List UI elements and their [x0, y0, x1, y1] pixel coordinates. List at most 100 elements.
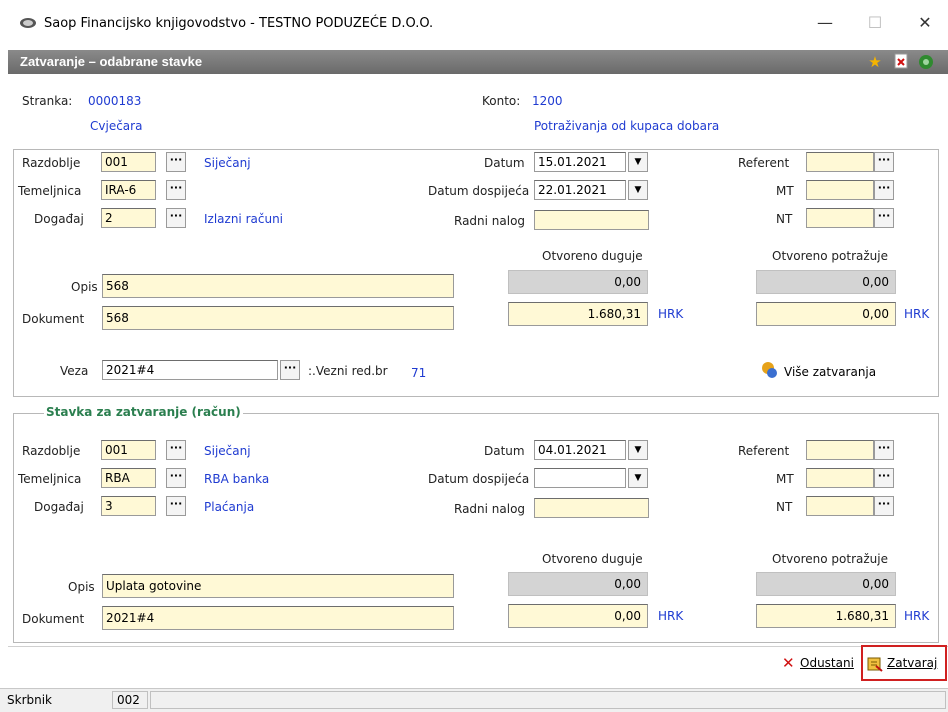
nt-input[interactable] [806, 208, 874, 228]
mt-lookup-button[interactable]: ··· [874, 180, 894, 200]
star-icon[interactable]: ★ [866, 53, 884, 71]
mt-input[interactable] [806, 180, 874, 200]
dokument-label: Dokument [22, 312, 85, 326]
stavka-temeljnica-lookup-button[interactable]: ··· [166, 468, 186, 488]
stranka-code: 0000183 [88, 94, 142, 108]
stavka-referent-label: Referent [738, 444, 790, 458]
stavka-opis-input[interactable]: Uplata gotovine [102, 574, 454, 598]
stavka-radni-nalog-label: Radni nalog [454, 502, 526, 516]
otvoreno-potrazuje-input[interactable]: 0,00 [756, 302, 896, 326]
datum-dospijeca-dropdown-button[interactable]: ▼ [628, 180, 648, 200]
stavka-dogadaj-input[interactable]: 3 [101, 496, 156, 516]
razdoblje-input[interactable]: 001 [101, 152, 156, 172]
form-body: Stranka: 0000183 Cvječara Konto: 1200 Po… [8, 74, 948, 686]
status-code: 002 [112, 691, 148, 709]
stavka-nt-input[interactable] [806, 496, 874, 516]
konto-name: Potraživanja od kupaca dobara [534, 119, 720, 133]
dogadaj-lookup-button[interactable]: ··· [166, 208, 186, 228]
stavka-dogadaj-label: Događaj [34, 500, 84, 514]
stavka-temeljnica-label: Temeljnica [18, 472, 82, 486]
maximize-button[interactable]: ☐ [855, 8, 895, 38]
window-titlebar: Saop Financijsko knjigovodstvo - TESTNO … [0, 0, 948, 46]
stavka-temeljnica-name: RBA banka [204, 472, 270, 486]
datum-dropdown-button[interactable]: ▼ [628, 152, 648, 172]
otvoreno-potrazuje-label: Otvoreno potražuje [772, 249, 888, 263]
stavka-dokument-input[interactable]: 2021#4 [102, 606, 454, 630]
stavka-otvoreno-potrazuje-label: Otvoreno potražuje [772, 552, 888, 566]
stavka-otvoreno-duguje-grey: 0,00 [508, 572, 648, 596]
stavka-datum-dropdown-button[interactable]: ▼ [628, 440, 648, 460]
duguje-currency: HRK [658, 307, 684, 321]
temeljnica-label: Temeljnica [18, 184, 82, 198]
minimize-button[interactable]: — [805, 8, 845, 38]
stavka-razdoblje-lookup-button[interactable]: ··· [166, 440, 186, 460]
stavka-dogadaj-lookup-button[interactable]: ··· [166, 496, 186, 516]
nt-lookup-button[interactable]: ··· [874, 208, 894, 228]
zatvaraj-button[interactable]: Zatvaraj [887, 656, 937, 670]
opis-input[interactable]: 568 [102, 274, 454, 298]
stavka-group-title: Stavka za zatvaranje (račun) [44, 405, 243, 419]
konto-code: 1200 [532, 94, 563, 108]
temeljnica-input[interactable]: IRA-6 [101, 180, 156, 200]
app-logo-icon [20, 18, 36, 28]
dokument-input[interactable]: 568 [102, 306, 454, 330]
razdoblje-name: Siječanj [204, 156, 251, 170]
exit-icon[interactable] [918, 53, 936, 71]
razdoblje-label: Razdoblje [22, 156, 81, 170]
status-message [150, 691, 946, 709]
stavka-razdoblje-input[interactable]: 001 [101, 440, 156, 460]
cancel-button[interactable]: Odustani [800, 656, 854, 670]
stavka-datum-input[interactable]: 04.01.2021 [534, 440, 626, 460]
stavka-otvoreno-potrazuje-grey: 0,00 [756, 572, 896, 596]
stavka-datum-dospijeca-input[interactable] [534, 468, 626, 488]
veza-input[interactable]: 2021#4 [102, 360, 278, 380]
stavka-referent-input[interactable] [806, 440, 874, 460]
form-title: Zatvaranje – odabrane stavke [20, 54, 203, 69]
stavka-mt-label: MT [776, 472, 794, 486]
vezni-red-label: :.Vezni red.br [308, 364, 388, 378]
referent-label: Referent [738, 156, 790, 170]
datum-dospijeca-input[interactable]: 22.01.2021 [534, 180, 626, 200]
status-user-label: Skrbnik [7, 693, 53, 707]
razdoblje-lookup-button[interactable]: ··· [166, 152, 186, 172]
stavka-datum-dospijeca-dropdown-button[interactable]: ▼ [628, 468, 648, 488]
stavka-mt-input[interactable] [806, 468, 874, 488]
stavka-radni-nalog-input[interactable] [534, 498, 649, 518]
vise-zatvaranja-button[interactable]: Više zatvaranja [784, 365, 876, 379]
stavka-mt-lookup-button[interactable]: ··· [874, 468, 894, 488]
close-doc-icon[interactable] [892, 53, 910, 71]
dogadaj-name: Izlazni računi [204, 212, 284, 226]
otvoreno-duguje-grey: 0,00 [508, 270, 648, 294]
form-header: Zatvaranje – odabrane stavke ★ [8, 50, 948, 74]
stavka-otvoreno-duguje-input[interactable]: 0,00 [508, 604, 648, 628]
otvoreno-duguje-input[interactable]: 1.680,31 [508, 302, 648, 326]
otvoreno-potrazuje-grey: 0,00 [756, 270, 896, 294]
stavka-razdoblje-name: Siječanj [204, 444, 251, 458]
potrazuje-currency: HRK [904, 307, 930, 321]
stavka-nt-label: NT [776, 500, 793, 514]
stavka-otvoreno-potrazuje-input[interactable]: 1.680,31 [756, 604, 896, 628]
stavka-temeljnica-input[interactable]: RBA [101, 468, 156, 488]
stavka-nt-lookup-button[interactable]: ··· [874, 496, 894, 516]
veza-lookup-button[interactable]: ··· [280, 360, 300, 380]
datum-label: Datum [484, 156, 525, 170]
stavka-referent-lookup-button[interactable]: ··· [874, 440, 894, 460]
stavka-dogadaj-name: Plaćanja [204, 500, 255, 514]
veza-label: Veza [60, 364, 89, 378]
referent-lookup-button[interactable]: ··· [874, 152, 894, 172]
referent-input[interactable] [806, 152, 874, 172]
datum-input[interactable]: 15.01.2021 [534, 152, 626, 172]
temeljnica-lookup-button[interactable]: ··· [166, 180, 186, 200]
status-bar: Skrbnik 002 [0, 688, 948, 712]
zatvaraj-icon [867, 656, 883, 672]
stavka-duguje-currency: HRK [658, 609, 684, 623]
dogadaj-input[interactable]: 2 [101, 208, 156, 228]
close-button-highlight[interactable]: Zatvaraj [861, 645, 947, 681]
close-window-button[interactable]: ✕ [905, 8, 945, 38]
stavka-opis-label: Opis [68, 580, 95, 594]
radni-nalog-input[interactable] [534, 210, 649, 230]
window-title: Saop Financijsko knjigovodstvo - TESTNO … [44, 16, 434, 31]
otvoreno-duguje-label: Otvoreno duguje [542, 249, 643, 263]
dogadaj-label: Događaj [34, 212, 84, 226]
vezni-red-value: 71 [411, 366, 427, 380]
